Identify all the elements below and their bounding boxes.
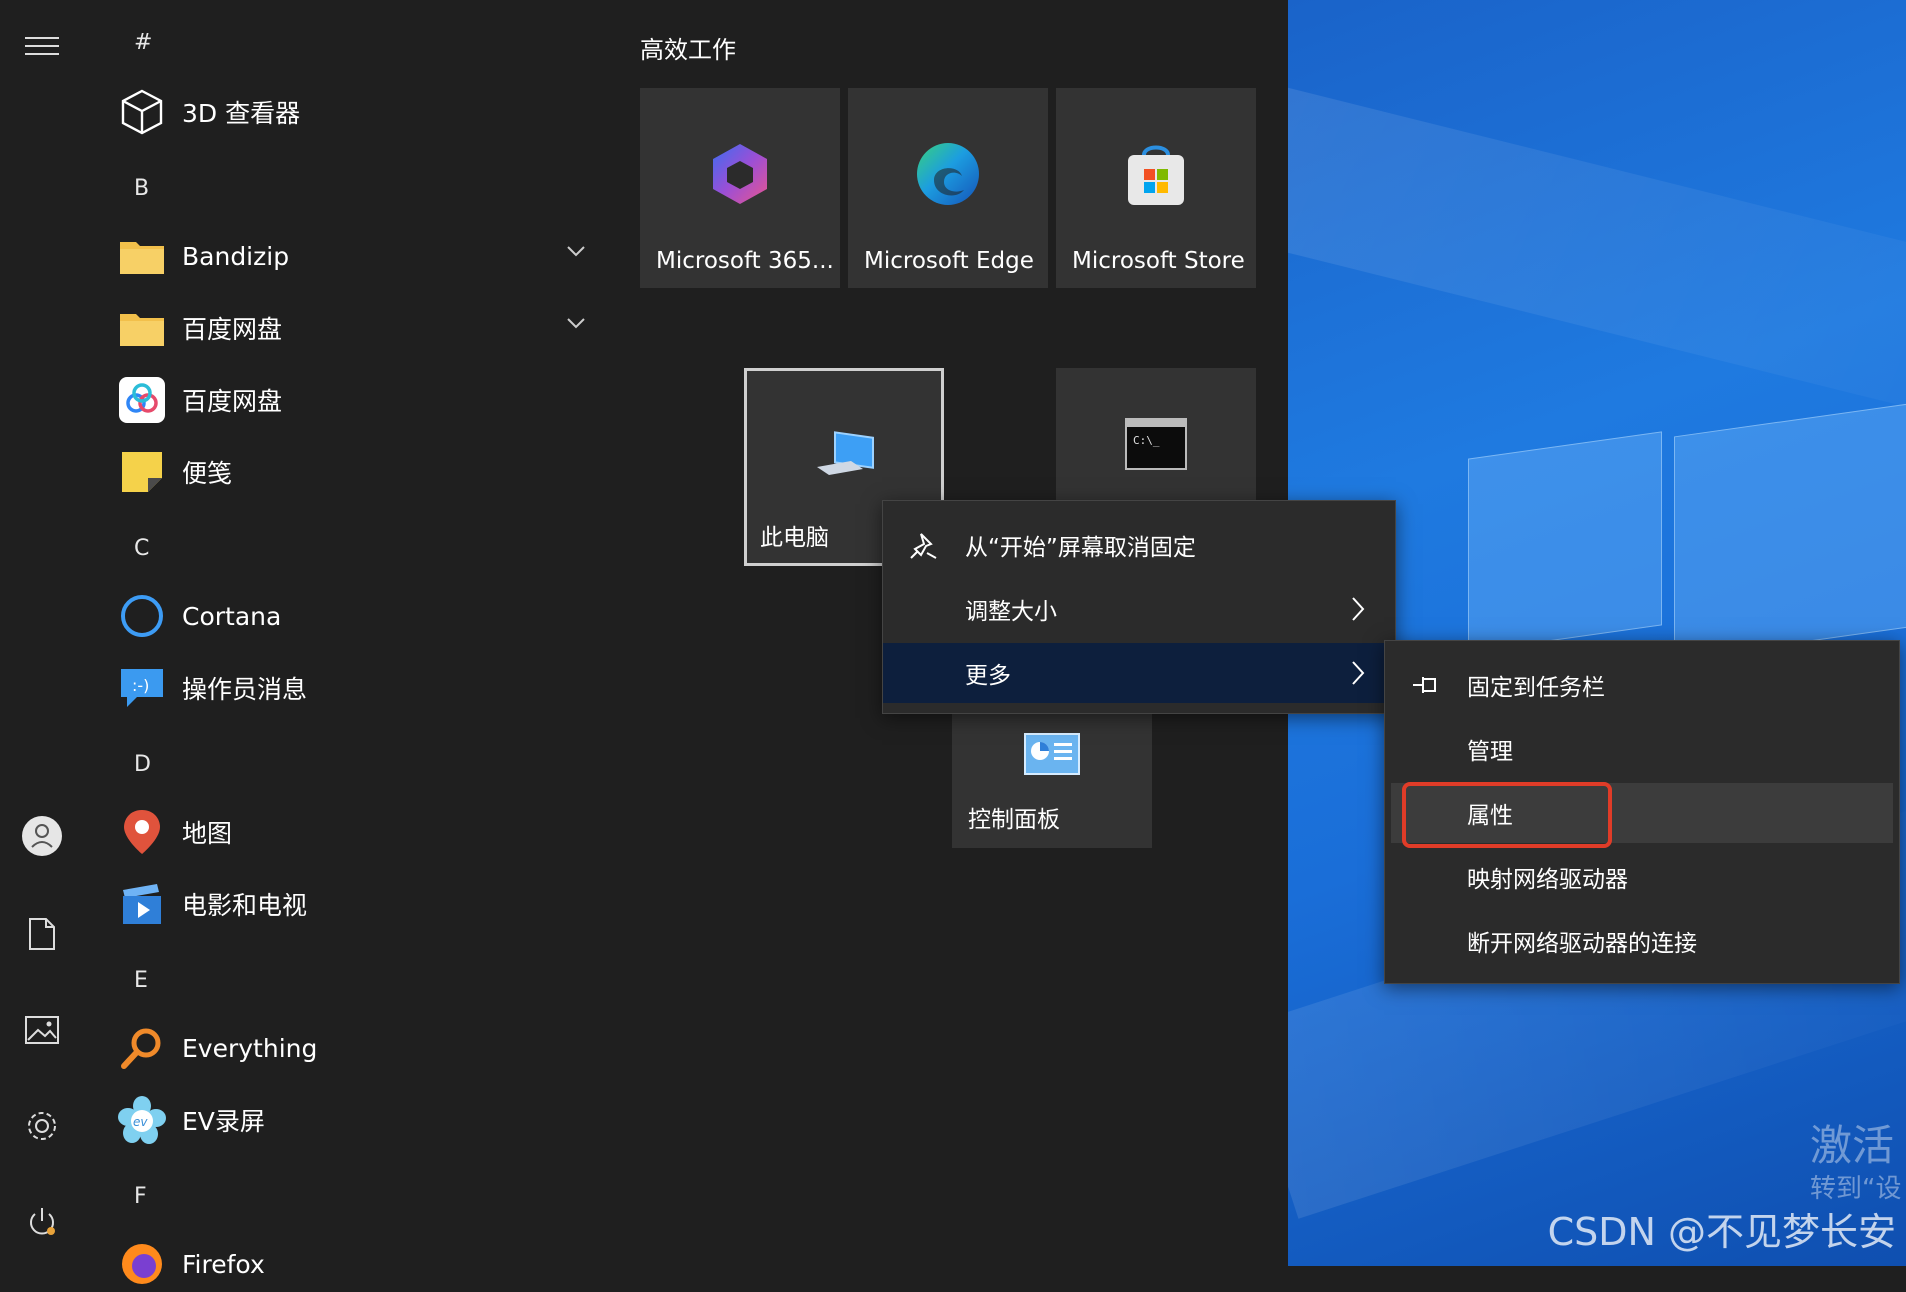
power-icon[interactable] [20,1200,64,1244]
app-label: 操作员消息 [182,675,308,704]
sticky-notes-icon [118,448,166,496]
chevron-down-icon[interactable] [566,242,586,261]
menu-item-label: 调整大小 [965,599,1057,625]
app-item-cortana[interactable]: Cortana [118,588,598,644]
csdn-watermark: CSDN @不见梦长安 [1547,1210,1896,1254]
map-pin-icon [118,808,166,856]
folder-icon [118,232,166,280]
menu-item-label: 更多 [965,663,1011,689]
store-bag-icon [1124,141,1188,211]
section-letter-d[interactable]: D [134,752,151,777]
menu-item-disconnect-network-drive[interactable]: 断开网络驱动器的连接 [1385,911,1899,971]
app-item-baidu-netdisk[interactable]: 百度网盘 [118,372,598,428]
context-menu: 从“开始”屏幕取消固定 调整大小 更多 [882,500,1396,714]
tile-microsoft-edge[interactable]: Microsoft Edge [848,88,1048,288]
annotation-highlight-box [1402,782,1612,848]
app-label: 百度网盘 [182,315,283,344]
tile-microsoft-365[interactable]: Microsoft 365... [640,88,840,288]
app-label: 便笺 [182,459,233,488]
app-label: 百度网盘 [182,387,283,416]
app-label: Bandizip [182,241,290,271]
tile-label: Microsoft 365... [656,248,834,274]
document-icon[interactable] [20,912,64,956]
baidu-netdisk-icon [118,376,166,424]
operator-message-icon: :-) [118,664,166,712]
menu-item-label: 映射网络驱动器 [1467,867,1628,893]
app-label: Cortana [182,601,282,631]
app-item-firefox[interactable]: Firefox [118,1236,598,1292]
app-label: EV录屏 [182,1107,265,1136]
section-letter-e[interactable]: E [134,968,148,993]
tile-label: 控制面板 [968,807,1060,833]
app-label: Everything [182,1033,318,1063]
user-avatar-icon[interactable] [20,814,64,858]
app-label: 3D 查看器 [182,99,301,128]
cortana-circle-icon [118,592,166,640]
app-item-sticky-notes[interactable]: 便笺 [118,444,598,500]
settings-gear-icon[interactable] [20,1104,64,1148]
menu-item-label: 断开网络驱动器的连接 [1467,931,1697,957]
unpin-icon [909,531,937,559]
app-item-operator-message[interactable]: :-) 操作员消息 [118,660,598,716]
tile-control-panel[interactable]: 控制面板 [952,714,1152,848]
app-item-maps[interactable]: 地图 [118,804,598,860]
cube-icon [118,88,166,136]
menu-item-manage[interactable]: 管理 [1385,719,1899,779]
folder-icon [118,304,166,352]
svg-text:ev: ev [133,1115,148,1129]
tile-command-prompt[interactable]: C:\_ [1056,368,1256,508]
tile-group-title[interactable]: 高效工作 [640,30,736,65]
section-letter-c[interactable]: C [134,536,149,561]
section-letter-b[interactable]: B [134,176,149,201]
light-beam [1288,85,1906,435]
app-label: 地图 [182,819,233,848]
edge-icon [914,140,982,212]
app-label: 电影和电视 [182,891,308,920]
pictures-icon[interactable] [20,1008,64,1052]
activate-windows-watermark: 激活 W [1810,1121,1906,1170]
app-item-baidu-folder[interactable]: 百度网盘 [118,300,598,356]
ev-recorder-icon: ev [118,1096,166,1144]
microsoft-365-icon [708,141,772,211]
windows-logo-pane [1468,431,1662,653]
tile-microsoft-store[interactable]: Microsoft Store [1056,88,1256,288]
menu-item-unpin-from-start[interactable]: 从“开始”屏幕取消固定 [883,515,1395,575]
section-letter-f[interactable]: F [134,1184,147,1209]
control-panel-icon [1024,732,1080,781]
hamburger-menu-icon[interactable] [20,24,64,68]
app-item-bandizip[interactable]: Bandizip [118,228,598,284]
menu-item-pin-to-taskbar[interactable]: 固定到任务栏 [1385,655,1899,715]
movies-tv-icon [118,880,166,928]
everything-search-icon [118,1024,166,1072]
menu-item-label: 固定到任务栏 [1467,675,1605,701]
chevron-down-icon[interactable] [566,314,586,333]
app-item-ev-recorder[interactable]: ev EV录屏 [118,1092,598,1148]
cmd-prompt-text: C:\_ [1133,434,1160,447]
svg-text::-): :-) [132,676,149,695]
tile-label: Microsoft Store [1072,248,1245,274]
tile-label: Microsoft Edge [864,248,1034,274]
app-item-everything[interactable]: Everything [118,1020,598,1076]
app-label: Firefox [182,1249,265,1279]
tile-label: 此电脑 [760,525,829,551]
windows-logo-pane [1674,403,1906,661]
app-item-movies-tv[interactable]: 电影和电视 [118,876,598,932]
this-pc-icon [811,423,877,487]
menu-item-more[interactable]: 更多 [883,643,1395,703]
chevron-right-icon [1351,660,1365,690]
chevron-right-icon [1351,596,1365,626]
menu-item-resize[interactable]: 调整大小 [883,579,1395,639]
goto-settings-watermark: 转到“设 [1810,1174,1902,1204]
menu-item-map-network-drive[interactable]: 映射网络驱动器 [1385,847,1899,907]
pin-taskbar-icon [1411,671,1439,699]
menu-item-label: 从“开始”屏幕取消固定 [965,535,1196,561]
menu-item-label: 管理 [1467,739,1513,765]
section-letter-hash[interactable]: # [134,30,152,55]
firefox-icon [118,1240,166,1288]
command-prompt-icon: C:\_ [1125,418,1187,474]
app-item-3d-viewer[interactable]: 3D 查看器 [118,84,598,140]
